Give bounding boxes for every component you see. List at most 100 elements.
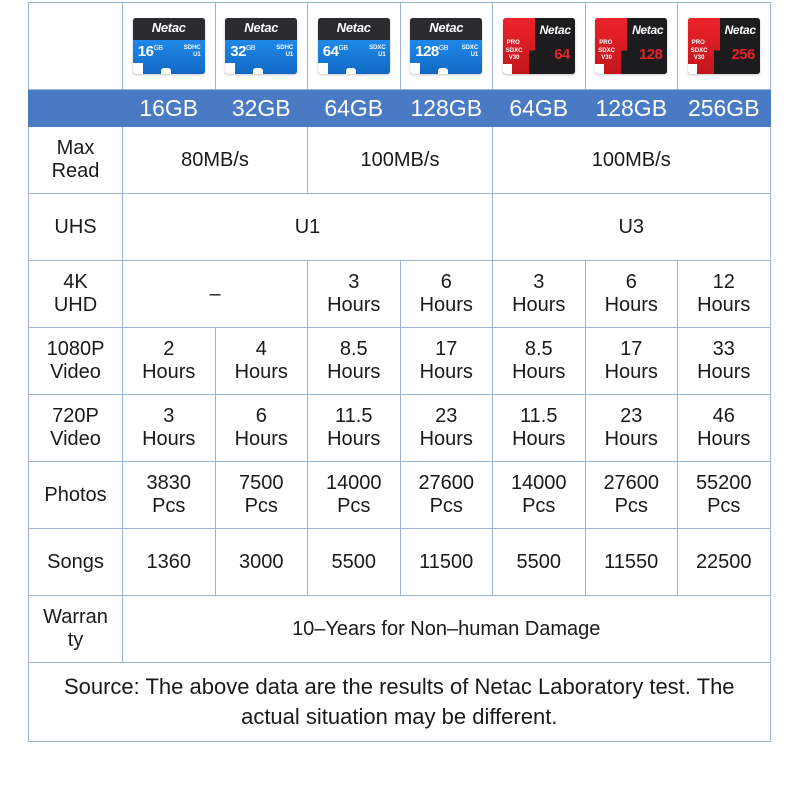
product-image-row: Netac 16GB SDHC U1 Netac 32GB SDHC U1 Ne…	[28, 2, 771, 90]
row-label-720p-video: 720P Video	[28, 394, 123, 462]
songs-value-128gb: 11500	[399, 528, 493, 596]
photos-value-pro-128gb: 27600 Pcs	[584, 461, 678, 529]
warranty-value: 10–Years for Non–human Damage	[122, 595, 771, 663]
uhd-4k-value-pro-64gb: 3 Hours	[492, 260, 586, 328]
capacity-header-128gb: 128GB	[399, 89, 493, 127]
card-notch-secondary	[253, 68, 264, 74]
card-capacity-label: 64	[554, 45, 570, 63]
netac-microsd-comparison-table: Netac 16GB SDHC U1 Netac 32GB SDHC U1 Ne…	[28, 2, 771, 742]
product-image-cell-pro-128gb: Netac PRO SDXC V30 128	[584, 2, 678, 90]
row-source-note: Source: The above data are the results o…	[28, 662, 771, 742]
songs-value-16gb: 1360	[122, 528, 216, 596]
microsd-card-red-pro-256: Netac PRO SDXC V30 256	[687, 18, 760, 74]
card-brand-label: Netac	[724, 23, 756, 37]
card-pro-badge: PRO	[506, 40, 520, 46]
row-label-line1: Warran	[43, 606, 108, 628]
photos-value-64gb: 14000 Pcs	[307, 461, 401, 529]
card-notch	[687, 64, 697, 74]
row-label-photos: Photos	[28, 461, 123, 529]
card-notch	[317, 63, 328, 74]
product-image-cell-128gb: Netac 128GB SDXC U1	[399, 2, 493, 90]
songs-value-pro-128gb: 11550	[584, 528, 678, 596]
row-label-line2: ty	[67, 629, 84, 651]
row-label-line1: 720P	[52, 405, 99, 427]
capacity-header-pro-256gb: 256GB	[677, 89, 771, 127]
card-notch-secondary	[160, 68, 171, 74]
card-capacity-label: 128	[639, 45, 663, 63]
microsd-card-blue-64: Netac 64GB SDXC U1	[317, 18, 390, 74]
spec-comparison-page: Netac 16GB SDHC U1 Netac 32GB SDHC U1 Ne…	[0, 0, 800, 800]
row-label-songs: Songs	[28, 528, 123, 596]
microsd-card-red-pro-64: Netac PRO SDXC V30 64	[502, 18, 575, 74]
product-image-cell-pro-256gb: Netac PRO SDXC V30 256	[677, 2, 771, 90]
card-capacity-label: 32GB	[230, 43, 256, 60]
songs-value-64gb: 5500	[307, 528, 401, 596]
capacity-header-32gb: 32GB	[214, 89, 308, 127]
songs-value-pro-256gb: 22500	[677, 528, 771, 596]
video-720p-value-64gb: 11.5 Hours	[307, 394, 401, 462]
card-capacity-label: 16GB	[137, 43, 163, 60]
photos-value-pro-64gb: 14000 Pcs	[492, 461, 586, 529]
product-image-cell-pro-64gb: Netac PRO SDXC V30 64	[492, 2, 586, 90]
card-brand-label: Netac	[151, 20, 186, 35]
card-notch-secondary	[345, 68, 356, 74]
card-notch	[410, 63, 421, 74]
photos-value-16gb: 3830 Pcs	[122, 461, 216, 529]
row-label-line2: Video	[50, 361, 101, 383]
capacity-header-16gb: 16GB	[122, 89, 216, 127]
video-720p-value-pro-64gb: 11.5 Hours	[492, 394, 586, 462]
source-note-text: Source: The above data are the results o…	[28, 662, 771, 742]
video-1080p-value-pro-64gb: 8.5 Hours	[492, 327, 586, 395]
photos-value-32gb: 7500 Pcs	[214, 461, 308, 529]
video-1080p-value-16gb: 2 Hours	[122, 327, 216, 395]
video-1080p-value-32gb: 4 Hours	[214, 327, 308, 395]
card-capacity-label: 64GB	[322, 43, 348, 60]
row-max-read: Max Read 80MB/s 100MB/s 100MB/s	[28, 126, 771, 194]
video-720p-value-16gb: 3 Hours	[122, 394, 216, 462]
product-image-cell-64gb: Netac 64GB SDXC U1	[307, 2, 401, 90]
row-label-line1: 4K	[63, 271, 88, 293]
row-label-line1: Max	[56, 137, 95, 159]
card-speed-marks: SDHC U1	[276, 45, 294, 58]
card-speed-marks: SDXC U1	[369, 45, 386, 58]
card-speed-marks: SDHC U1	[183, 45, 201, 58]
card-brand-label: Netac	[336, 20, 371, 35]
microsd-card-blue-16: Netac 16GB SDHC U1	[132, 18, 205, 74]
row-4k-uhd: 4K UHD – 3 Hours 6 Hours 3 Hours 6 Hours 12 H…	[28, 260, 771, 328]
card-pro-badge: PRO	[599, 40, 613, 46]
songs-value-32gb: 3000	[214, 528, 308, 596]
card-brand-label: Netac	[244, 20, 279, 35]
video-720p-value-32gb: 6 Hours	[214, 394, 308, 462]
row-label-line2: UHD	[53, 294, 98, 316]
row-songs: Songs 1360 3000 5500 11500 5500 11550 22…	[28, 528, 771, 596]
card-notch	[225, 63, 236, 74]
uhs-value-group-2: U3	[492, 193, 771, 261]
card-notch-secondary	[438, 68, 449, 74]
row-label-4k-uhd: 4K UHD	[28, 260, 123, 328]
row-label-line2: Video	[50, 428, 101, 450]
microsd-card-blue-128: Netac 128GB SDXC U1	[410, 18, 483, 74]
card-brand-label: Netac	[632, 23, 664, 37]
row-720p-video: 720P Video 3 Hours 6 Hours 11.5 Hours 23 Hou…	[28, 394, 771, 462]
video-1080p-value-pro-128gb: 17 Hours	[584, 327, 678, 395]
card-brand-label: Netac	[429, 20, 464, 35]
capacity-header-64gb: 64GB	[307, 89, 401, 127]
video-720p-value-pro-256gb: 46 Hours	[677, 394, 771, 462]
card-capacity-label: 128GB	[415, 43, 448, 60]
row-warranty: Warran ty 10–Years for Non–human Damage	[28, 595, 771, 663]
card-brand-label: Netac	[539, 23, 571, 37]
uhd-4k-value-64gb: 3 Hours	[307, 260, 401, 328]
max-read-value-group-2: 100MB/s	[307, 126, 493, 194]
capacity-header-row: 16GB 32GB 64GB 128GB 64GB 128GB 256GB	[28, 89, 771, 127]
capacity-header-pro-128gb: 128GB	[584, 89, 678, 127]
uhd-4k-value-pro-256gb: 12 Hours	[677, 260, 771, 328]
row-label-max-read: Max Read	[28, 126, 123, 194]
row-photos: Photos 3830 Pcs 7500 Pcs 14000 Pcs 27600 Pcs…	[28, 461, 771, 529]
video-1080p-value-128gb: 17 Hours	[399, 327, 493, 395]
product-image-cell-16gb: Netac 16GB SDHC U1	[122, 2, 216, 90]
uhd-4k-value-pro-128gb: 6 Hours	[584, 260, 678, 328]
video-1080p-value-pro-256gb: 33 Hours	[677, 327, 771, 395]
card-notch	[502, 64, 512, 74]
uhd-4k-value-128gb: 6 Hours	[399, 260, 493, 328]
card-speed-marks: SDXC V30	[505, 48, 523, 61]
